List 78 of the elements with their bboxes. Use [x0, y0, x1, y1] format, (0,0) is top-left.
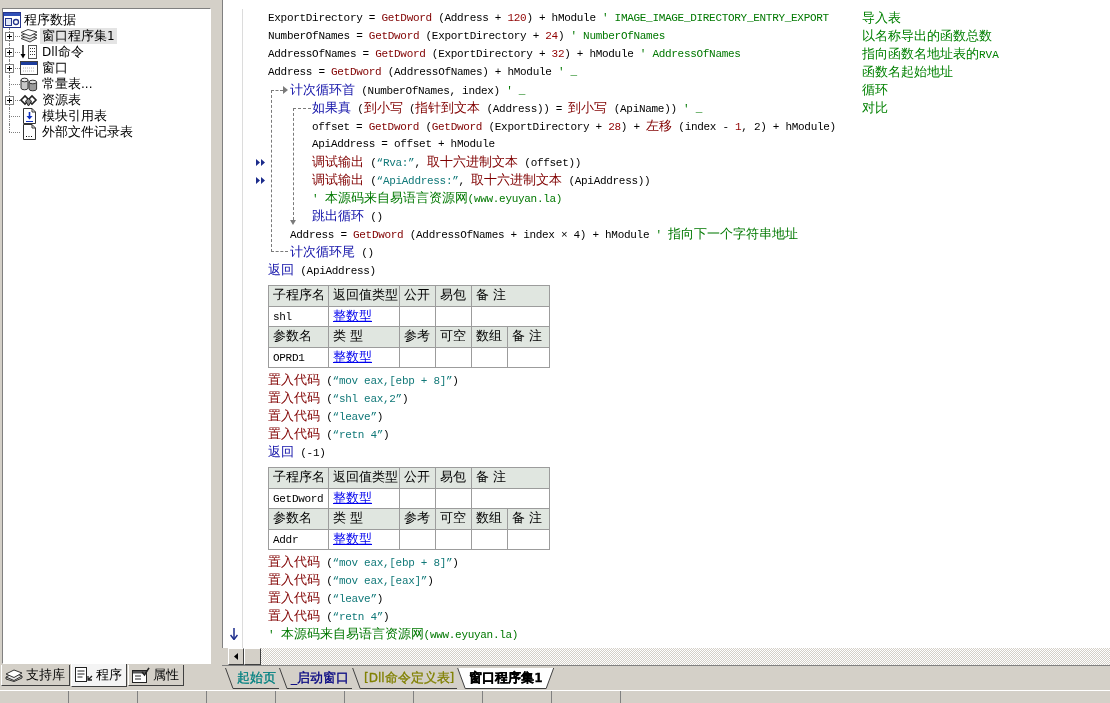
code-line: 返回 (ApiAddress) [268, 261, 376, 279]
code-line: AddressOfNames = GetDword (ExportDirectory + 32) + hModule ' AddressOfNames [268, 47, 741, 62]
code-line: Address = GetDword (AddressOfNames + index × 4) + hModule ' 指向下一个字符串地址 [290, 225, 799, 243]
scroll-left-button[interactable] [228, 648, 244, 665]
document-icon [20, 124, 38, 140]
code-line: ' 本源码来自易语言资源网(www.eyuyan.la) [268, 625, 519, 643]
code-line: offset = GetDword (GetDword (ExportDirectory + 28) + 左移 (index - 1, 2) + hModule) [312, 117, 836, 135]
header-cell: 返回值类型 [328, 467, 400, 488]
code-line: NumberOfNames = GetDword (ExportDirectory + 24) ' NumberOfNames [268, 29, 666, 44]
header-cell: 易包 [435, 285, 472, 306]
window-icon [20, 60, 38, 76]
code-line: 如果真 (到小写 (指针到文本 (Address)) = 到小写 (ApiName)) ' _ [312, 99, 702, 117]
code-line: ApiAddress = offset + hModule [312, 137, 495, 152]
expand-plus-icon[interactable] [5, 95, 14, 105]
code-comment: 循环 [862, 81, 888, 99]
code-line: ' 本源码来自易语言资源网(www.eyuyan.la) [312, 189, 563, 207]
expand-plus-icon[interactable] [5, 63, 14, 73]
header-cell: 公开 [399, 285, 436, 306]
books-icon [5, 668, 23, 682]
code-line: 置入代码 (“leave”) [268, 589, 384, 607]
header-cell: 易包 [435, 467, 472, 488]
code-line: 置入代码 (“mov eax,[eax]”) [268, 571, 434, 589]
header-cell: 参数名 [268, 508, 329, 529]
tree-item[interactable]: Dll命令 [40, 44, 86, 60]
tree-item[interactable]: 资源表 [40, 92, 83, 108]
panel-tab[interactable]: 程序 [71, 664, 127, 687]
code-line: 置入代码 (“mov eax,[ebp + 8]”) [268, 371, 459, 389]
code-line: Address = GetDword (AddressOfNames) + hModule ' _ [268, 65, 577, 80]
header-cell: 备 注 [471, 467, 550, 488]
panel-tab[interactable]: 属性 [128, 665, 184, 686]
code-line: 计次循环首 (NumberOfNames, index) ' _ [290, 81, 526, 99]
expand-plus-icon[interactable] [5, 47, 14, 57]
header-cell: 返回值类型 [328, 285, 400, 306]
tree-item[interactable]: 窗口程序集1 [40, 28, 117, 44]
document-arrow-icon [20, 108, 38, 124]
code-line: 置入代码 (“retn 4”) [268, 425, 390, 443]
table-cell: GetDword [273, 493, 324, 506]
code-comment: 指向函数名地址表的RVA [862, 45, 999, 63]
code-line: 跳出循环 () [312, 207, 383, 225]
code-line: 返回 (-1) [268, 443, 326, 461]
code-comment: 以名称导出的函数总数 [862, 27, 992, 45]
tree-item[interactable]: 模块引用表 [40, 108, 109, 124]
header-cell: 子程序名 [268, 467, 329, 488]
arrow-list-icon [20, 44, 38, 60]
code-comment: 对比 [862, 99, 888, 117]
document-pointer-icon [75, 667, 93, 683]
code-line: ExportDirectory = GetDword (Address + 120) + hModule ' IMAGE_IMAGE_DIRECTORY_ENTRY_EXPORT [268, 11, 829, 26]
expand-plus-icon[interactable] [5, 31, 14, 41]
table-cell: OPRD1 [273, 352, 305, 365]
editor-tab[interactable]: 窗口程序集1 [457, 668, 555, 689]
tree-item[interactable]: 常量表... [40, 76, 95, 92]
code-comment: 函数名起始地址 [862, 63, 953, 81]
header-cell: 备 注 [471, 285, 550, 306]
code-line: 计次循环尾 () [290, 243, 374, 261]
tree-item[interactable]: 外部文件记录表 [40, 124, 135, 140]
horizontal-scrollbar[interactable] [228, 648, 1110, 665]
scrollbar-thumb[interactable] [244, 648, 261, 665]
code-editor[interactable] [222, 0, 1110, 648]
cylinders-icon [20, 76, 38, 92]
code-comment: 导入表 [862, 9, 901, 27]
table-cell: Addr [273, 534, 299, 547]
code-line: 置入代码 (“mov eax,[ebp + 8]”) [268, 553, 459, 571]
code-line: 置入代码 (“leave”) [268, 407, 384, 425]
property-sheet-icon [132, 667, 150, 683]
code-line: 置入代码 (“shl eax,2”) [268, 389, 409, 407]
tree-item[interactable]: 窗口 [40, 60, 70, 76]
header-cell: 公开 [399, 467, 436, 488]
table-cell: shl [273, 311, 292, 324]
tree-item[interactable]: 程序数据 [22, 12, 78, 28]
code-line: 置入代码 (“retn 4”) [268, 607, 390, 625]
code-line: 调试输出 (“Rva:”, 取十六进制文本 (offset)) [312, 153, 582, 171]
editor-tab[interactable]: _启动窗口 [279, 668, 352, 689]
code-line: 调试输出 (“ApiAddress:”, 取十六进制文本 (ApiAddress)) [312, 171, 651, 189]
panel-tab[interactable]: 支持库 [1, 665, 70, 686]
stacked-sheets-icon [20, 29, 38, 43]
header-cell: 参数名 [268, 326, 329, 347]
header-cell: 子程序名 [268, 285, 329, 306]
left-arrow-icon [234, 653, 238, 660]
